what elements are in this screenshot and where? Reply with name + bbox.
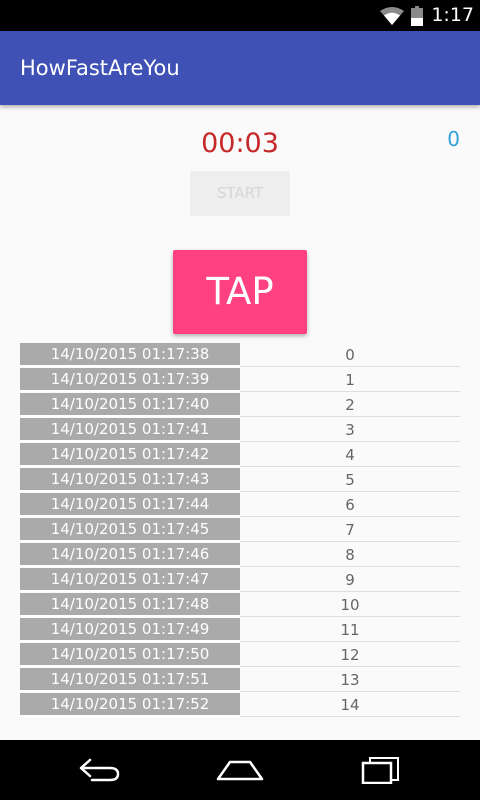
history-row[interactable]: 14/10/2015 01:17:47 9 [20, 567, 460, 592]
history-value: 7 [240, 517, 460, 542]
history-row[interactable]: 14/10/2015 01:17:39 1 [20, 367, 460, 392]
history-value: 9 [240, 567, 460, 592]
history-value: 11 [240, 617, 460, 642]
app-title: HowFastAreYou [20, 56, 180, 80]
history-timestamp: 14/10/2015 01:17:46 [20, 543, 240, 567]
history-row[interactable]: 14/10/2015 01:17:42 4 [20, 442, 460, 467]
status-icons: 1:17 [379, 0, 474, 31]
history-timestamp: 14/10/2015 01:17:43 [20, 468, 240, 492]
app-bar: HowFastAreYou [0, 31, 480, 105]
history-value: 13 [240, 667, 460, 692]
home-button[interactable] [180, 740, 300, 800]
history-value: 8 [240, 542, 460, 567]
history-value: 0 [240, 342, 460, 367]
history-timestamp: 14/10/2015 01:17:41 [20, 418, 240, 442]
navigation-bar [0, 740, 480, 800]
history-timestamp: 14/10/2015 01:17:48 [20, 593, 240, 617]
back-icon [79, 758, 120, 782]
history-timestamp: 14/10/2015 01:17:39 [20, 368, 240, 392]
start-button[interactable]: START [190, 171, 290, 216]
history-row[interactable]: 14/10/2015 01:17:43 5 [20, 467, 460, 492]
history-value: 10 [240, 592, 460, 617]
history-row[interactable]: 14/10/2015 01:17:49 11 [20, 617, 460, 642]
status-bar: 1:17 [0, 0, 480, 31]
history-row[interactable]: 14/10/2015 01:17:41 3 [20, 417, 460, 442]
history-value: 14 [240, 692, 460, 717]
recents-icon [361, 757, 399, 784]
history-timestamp: 14/10/2015 01:17:42 [20, 443, 240, 467]
history-timestamp: 14/10/2015 01:17:40 [20, 393, 240, 417]
history-row[interactable]: 14/10/2015 01:17:38 0 [20, 342, 460, 367]
history-row[interactable]: 14/10/2015 01:17:50 12 [20, 642, 460, 667]
history-timestamp: 14/10/2015 01:17:52 [20, 693, 240, 717]
history-row[interactable]: 14/10/2015 01:17:44 6 [20, 492, 460, 517]
tap-button[interactable]: TAP [173, 250, 307, 334]
history-value: 6 [240, 492, 460, 517]
history-row[interactable]: 14/10/2015 01:17:48 10 [20, 592, 460, 617]
history-timestamp: 14/10/2015 01:17:45 [20, 518, 240, 542]
history-row[interactable]: 14/10/2015 01:17:45 7 [20, 517, 460, 542]
history-value: 2 [240, 392, 460, 417]
history-row[interactable]: 14/10/2015 01:17:46 8 [20, 542, 460, 567]
history-timestamp: 14/10/2015 01:17:49 [20, 618, 240, 642]
history-timestamp: 14/10/2015 01:17:47 [20, 568, 240, 592]
history-value: 5 [240, 467, 460, 492]
battery-icon [411, 5, 424, 26]
status-clock: 1:17 [431, 4, 474, 26]
history-timestamp: 14/10/2015 01:17:38 [20, 343, 240, 367]
back-button[interactable] [40, 740, 160, 800]
history-value: 3 [240, 417, 460, 442]
recents-button[interactable] [320, 740, 440, 800]
history-row[interactable]: 14/10/2015 01:17:40 2 [20, 392, 460, 417]
history-timestamp: 14/10/2015 01:17:50 [20, 643, 240, 667]
history-value: 4 [240, 442, 460, 467]
wifi-icon [380, 6, 405, 25]
history-timestamp: 14/10/2015 01:17:51 [20, 668, 240, 692]
tap-history-list[interactable]: 14/10/2015 01:17:38 0 14/10/2015 01:17:39 1… [20, 342, 460, 718]
home-icon [216, 760, 264, 781]
history-value: 12 [240, 642, 460, 667]
history-row[interactable]: 14/10/2015 01:17:52 14 [20, 692, 460, 717]
history-row[interactable]: 14/10/2015 01:17:51 13 [20, 667, 460, 692]
tap-counter: 0 [447, 127, 460, 151]
history-timestamp: 14/10/2015 01:17:44 [20, 493, 240, 517]
timer-display: 00:03 [201, 128, 279, 159]
history-value: 1 [240, 367, 460, 392]
